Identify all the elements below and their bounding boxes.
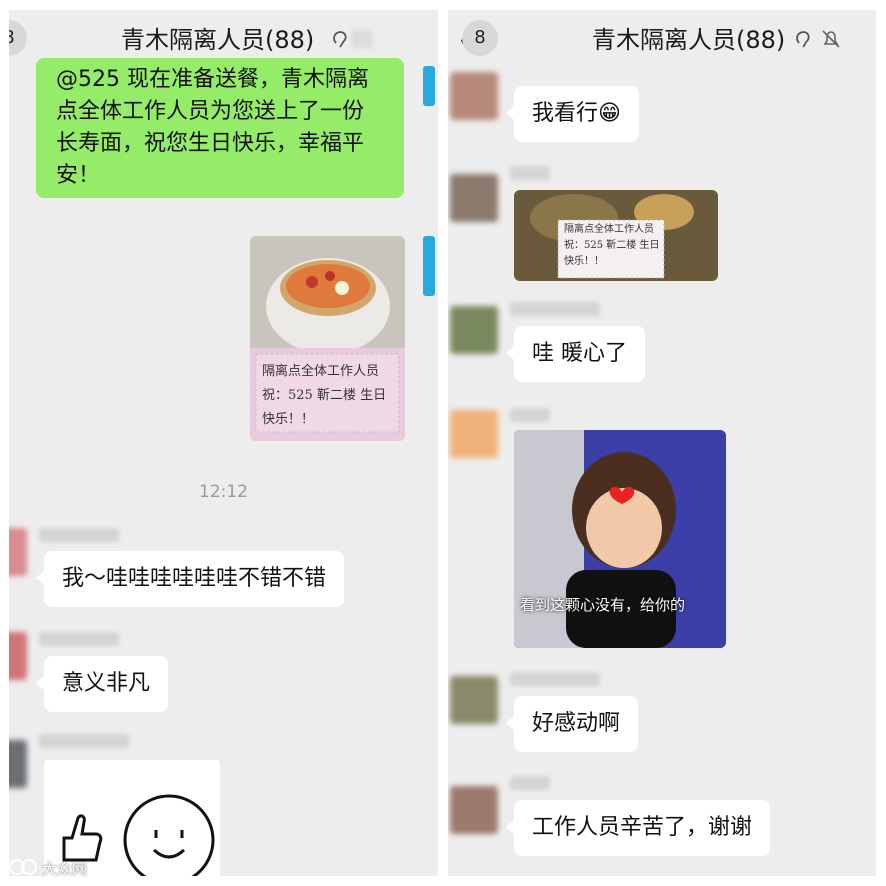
avatar[interactable]: [450, 72, 498, 120]
noodle-photo[interactable]: 隔离点全体工作人员 祝：525 靳二楼 生日快乐！！: [514, 190, 718, 281]
sender-name: [510, 408, 550, 422]
message-bubble-incoming[interactable]: 我～哇哇哇哇哇哇不错不错: [35, 551, 345, 607]
avatar[interactable]: [450, 410, 498, 458]
message-bubble-incoming[interactable]: 哇 暖心了: [506, 326, 645, 382]
sender-name: [510, 776, 550, 790]
ear-icon: [333, 31, 347, 48]
ear-icon: [796, 31, 810, 48]
chat-title: 青木隔离人员(88): [592, 26, 786, 54]
message-bubble-outgoing[interactable]: @525 现在准备送餐，青木隔离点全体工作人员为您送上了一份长寿面，祝您生日快乐…: [36, 58, 404, 198]
sticker-image[interactable]: 看到这颗心没有，给你的: [514, 430, 726, 648]
avatar[interactable]: [9, 528, 27, 576]
sender-name: [510, 166, 550, 180]
avatar[interactable]: [450, 306, 498, 354]
bell-mute-icon: [822, 30, 840, 48]
scroll-tab: [423, 236, 435, 296]
sender-name: [39, 632, 119, 646]
noodle-photo[interactable]: 隔离点全体工作人员 祝：525 靳二楼 生日快乐！！: [250, 236, 405, 441]
left-chat-screenshot: 8 青木隔离人员(88) @525 现在准备送餐，青木隔离点全体工作人员为您送上…: [9, 10, 438, 876]
sender-name: [39, 528, 119, 542]
unread-badge[interactable]: 8: [462, 20, 498, 56]
chat-title: 青木隔离人员(88): [121, 26, 315, 54]
right-chat-screenshot: 〈 8 青木隔离人员(88) 我看行😁 隔离点全体工作人员 祝：525 靳二楼 …: [448, 10, 876, 876]
sender-name: [510, 302, 600, 316]
message-bubble-incoming[interactable]: 意义非凡: [35, 656, 169, 712]
message-bubble-incoming[interactable]: 我看行😁: [506, 86, 639, 142]
sticker-art: [514, 430, 726, 648]
message-bubble-incoming[interactable]: 工作人员辛苦了，谢谢: [505, 800, 771, 856]
sender-name: [510, 672, 600, 686]
photo-handwriting: 隔离点全体工作人员 祝：525 靳二楼 生日快乐！！: [564, 224, 660, 267]
sender-name: [39, 734, 129, 748]
photo-handwriting: 隔离点全体工作人员 祝：525 靳二楼 生日快乐！！: [262, 364, 387, 427]
thumbs-up-icon: [62, 814, 103, 862]
avatar[interactable]: [450, 786, 498, 834]
scroll-tab: [423, 66, 435, 106]
timestamp: 12:12: [199, 482, 248, 502]
avatar[interactable]: [9, 740, 27, 788]
sticker-caption: 看到这颗心没有，给你的: [520, 596, 686, 614]
unread-badge[interactable]: 8: [9, 20, 27, 56]
avatar[interactable]: [450, 174, 498, 222]
smile-face-icon: [123, 794, 215, 876]
avatar[interactable]: [9, 632, 27, 680]
blurred-tag: [351, 30, 373, 48]
message-bubble-incoming[interactable]: 好感动啊: [505, 696, 639, 752]
avatar[interactable]: [450, 676, 498, 724]
watermark-text: 大众网: [42, 860, 88, 878]
watermark-logo: [9, 859, 37, 875]
chat-header: 〈 8 青木隔离人员(88): [448, 10, 876, 68]
